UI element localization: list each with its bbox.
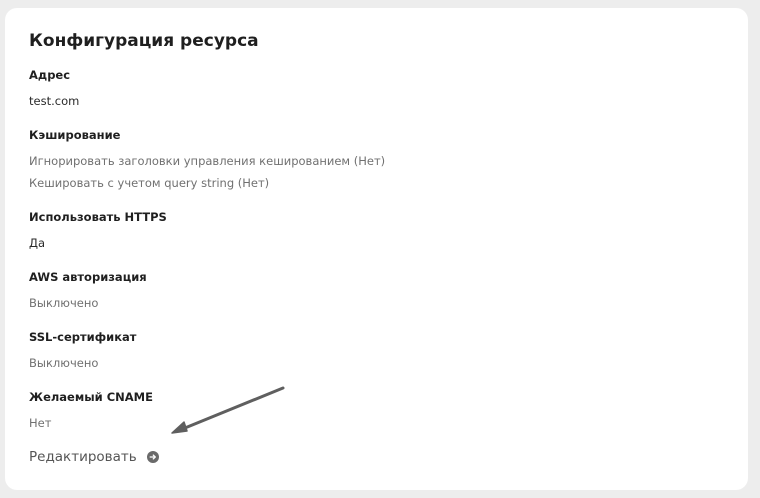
edit-button[interactable]: Редактировать — [29, 448, 159, 466]
card-title: Конфигурация ресурса — [29, 31, 259, 51]
https-value: Да — [29, 236, 46, 250]
section-label-caching: Кэширование — [29, 128, 121, 142]
resource-config-card: Конфигурация ресурса Адрес test.com Кэши… — [5, 8, 748, 490]
ssl-value: Выключено — [29, 356, 99, 370]
caching-query-string-value: Кешировать с учетом query string (Нет) — [29, 176, 270, 190]
address-value: test.com — [29, 94, 80, 108]
section-label-cname: Желаемый CNAME — [29, 390, 153, 404]
arrow-right-circle-icon — [146, 451, 159, 463]
section-label-https: Использовать HTTPS — [29, 210, 167, 224]
aws-auth-value: Выключено — [29, 296, 99, 310]
section-label-ssl: SSL-сертификат — [29, 330, 137, 344]
caching-ignore-headers-value: Игнорировать заголовки управления кеширо… — [29, 154, 386, 168]
section-label-address: Адрес — [29, 68, 71, 82]
cname-value: Нет — [29, 416, 52, 430]
section-label-aws-auth: AWS авторизация — [29, 270, 147, 284]
edit-button-label: Редактировать — [29, 449, 137, 465]
